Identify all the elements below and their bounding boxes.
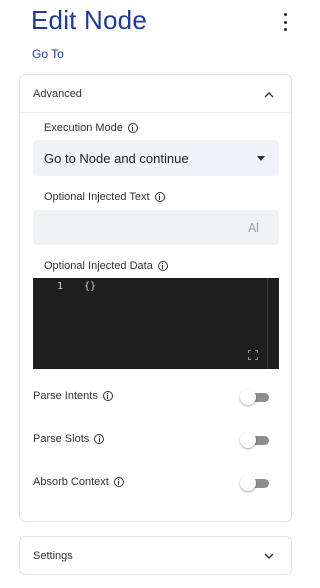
absorb-context-label-row: Absorb Context <box>33 476 124 488</box>
page-title: Edit Node <box>31 5 147 35</box>
advanced-panel-label: Advanced <box>33 88 82 100</box>
parse-slots-row: Parse Slots <box>33 432 279 448</box>
node-type-label: Go To <box>32 47 64 61</box>
chevron-up-icon <box>264 92 274 98</box>
injected-text-label: Optional Injected Text <box>44 191 150 203</box>
absorb-context-toggle[interactable] <box>240 475 270 491</box>
execution-mode-value: Go to Node and continue <box>44 151 189 166</box>
absorb-context-row: Absorb Context <box>33 475 279 491</box>
absorb-context-label: Absorb Context <box>33 476 109 488</box>
code-line: {} <box>84 281 97 292</box>
dropdown-caret-icon <box>257 156 265 161</box>
info-icon[interactable] <box>157 261 168 271</box>
ai-icon[interactable]: AI <box>248 221 259 235</box>
json-code-editor[interactable]: 1 {} <box>33 278 279 369</box>
execution-mode-select[interactable]: Go to Node and continue <box>33 140 279 176</box>
parse-intents-label: Parse Intents <box>33 390 98 402</box>
info-icon[interactable] <box>94 434 105 444</box>
advanced-panel: Advanced Execution Mode Go to Node and c… <box>19 74 292 522</box>
toggle-knob <box>240 475 256 491</box>
injected-data-label-row: Optional Injected Data <box>44 260 168 272</box>
parse-slots-label-row: Parse Slots <box>33 433 105 445</box>
execution-mode-label: Execution Mode <box>44 122 123 134</box>
kebab-menu-icon[interactable] <box>280 13 290 31</box>
info-icon[interactable] <box>113 477 124 487</box>
injected-text-label-row: Optional Injected Text <box>44 191 165 203</box>
expand-icon[interactable] <box>248 350 258 360</box>
settings-panel-label: Settings <box>33 550 73 562</box>
parse-slots-toggle[interactable] <box>240 432 270 448</box>
parse-slots-label: Parse Slots <box>33 433 90 445</box>
injected-data-label: Optional Injected Data <box>44 260 153 272</box>
parse-intents-label-row: Parse Intents <box>33 390 113 402</box>
execution-mode-label-row: Execution Mode <box>44 122 138 134</box>
line-number: 1 <box>57 281 64 292</box>
editor-scrollbar[interactable] <box>267 278 268 369</box>
advanced-panel-header[interactable]: Advanced <box>20 75 291 113</box>
parse-intents-toggle[interactable] <box>240 389 270 405</box>
info-icon[interactable] <box>127 123 138 133</box>
info-icon[interactable] <box>102 391 113 401</box>
toggle-knob <box>240 389 256 405</box>
toggle-knob <box>240 432 256 448</box>
info-icon[interactable] <box>154 192 165 202</box>
chevron-down-icon <box>264 553 274 559</box>
parse-intents-row: Parse Intents <box>33 389 279 405</box>
injected-text-input[interactable]: AI <box>33 210 279 245</box>
settings-panel-header[interactable]: Settings <box>19 536 292 575</box>
